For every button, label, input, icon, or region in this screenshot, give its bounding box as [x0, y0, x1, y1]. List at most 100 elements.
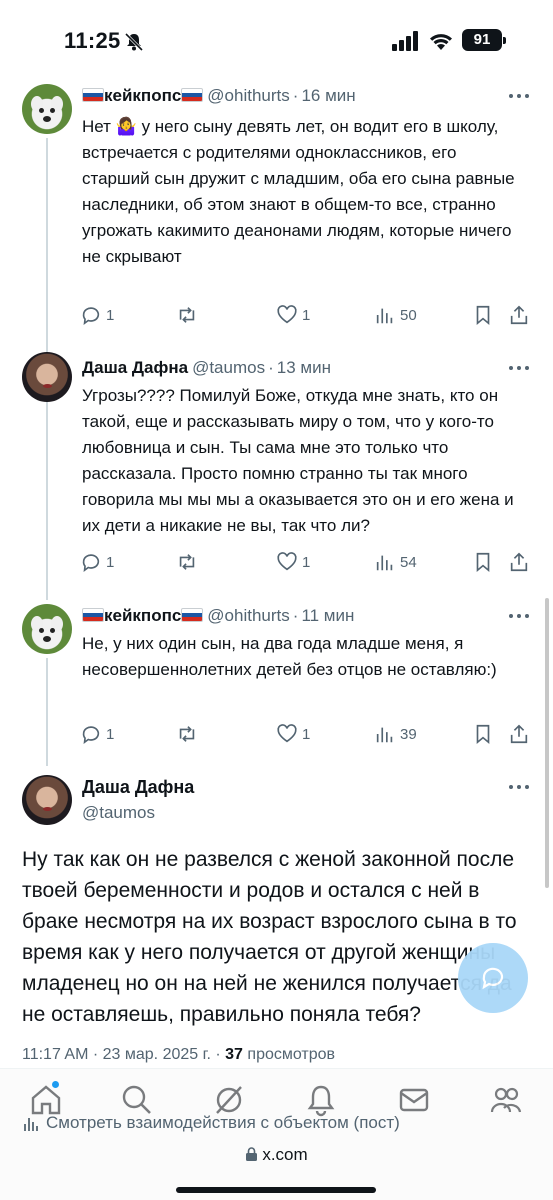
- tweet-actions: 1 1 39: [80, 722, 530, 746]
- home-indicator[interactable]: [176, 1187, 376, 1193]
- heart-icon: [277, 552, 297, 571]
- browser-url-bar[interactable]: x.com: [0, 1145, 553, 1165]
- author-name[interactable]: кейкпопс: [104, 606, 181, 625]
- avatar[interactable]: [22, 352, 72, 402]
- russian-flag-icon: [82, 608, 104, 622]
- reply-count: 1: [106, 306, 115, 324]
- notification-dot: [52, 1081, 59, 1088]
- views-chart-icon: [376, 555, 393, 571]
- search-icon[interactable]: [120, 1083, 154, 1117]
- bookmark-button[interactable]: [472, 722, 494, 746]
- like-button[interactable]: 1: [276, 303, 310, 327]
- like-count: 1: [302, 306, 311, 324]
- like-button[interactable]: 1: [276, 722, 310, 746]
- tweet-text: Не, у них один сын, на два года младше м…: [82, 634, 497, 679]
- author-handle[interactable]: @taumos: [82, 803, 155, 823]
- repost-icon: [179, 307, 195, 323]
- views-count: 50: [400, 306, 417, 324]
- compose-reply-button[interactable]: [458, 943, 528, 1013]
- views-count: 39: [400, 725, 417, 743]
- author-handle[interactable]: @taumos: [192, 358, 265, 377]
- bookmark-icon: [476, 552, 490, 573]
- cellular-signal-icon: [392, 31, 418, 51]
- avatar[interactable]: [22, 84, 72, 134]
- view-interactions-link[interactable]: Смотреть взаимодействия с объектом (пост…: [22, 1113, 400, 1133]
- russian-flag-icon: [82, 88, 104, 102]
- tweet-time[interactable]: 11 мин: [301, 606, 354, 625]
- share-icon: [510, 552, 528, 572]
- like-count: 1: [302, 553, 311, 571]
- tweet-header: кейкпопс @ohithurts · 11 мин: [82, 606, 354, 626]
- tweet-actions: 1 1 50: [80, 303, 530, 327]
- tweet-header: кейкпопс @ohithurts · 16 мин: [82, 86, 356, 106]
- wifi-icon: [430, 34, 452, 50]
- views-count: 54: [400, 553, 417, 571]
- views-count: 37: [225, 1046, 243, 1063]
- more-options-icon[interactable]: [509, 94, 529, 100]
- status-bar: 11:25 91: [0, 0, 553, 70]
- reply-button[interactable]: 1: [80, 303, 114, 327]
- status-time: 11:25: [64, 28, 121, 53]
- tweet-timestamp[interactable]: 11:17 AM · 23 мар. 2025 г. ·: [22, 1046, 225, 1063]
- reply-button[interactable]: 1: [80, 722, 114, 746]
- views-button[interactable]: 39: [374, 722, 417, 746]
- home-icon[interactable]: [29, 1083, 63, 1117]
- reply-count: 1: [106, 553, 115, 571]
- russian-flag-icon: [181, 88, 204, 102]
- author-handle[interactable]: @ohithurts: [207, 86, 289, 105]
- bookmark-button[interactable]: [472, 303, 494, 327]
- repost-button[interactable]: [176, 303, 198, 327]
- notifications-icon[interactable]: [304, 1083, 338, 1117]
- tweet-time[interactable]: 16 мин: [301, 86, 355, 105]
- view-interactions-label: Смотреть взаимодействия с объектом (пост…: [46, 1113, 400, 1132]
- share-button[interactable]: [508, 303, 530, 327]
- author-handle[interactable]: @ohithurts: [207, 606, 289, 625]
- heart-icon: [277, 724, 297, 743]
- tweet-text: Нет 🤷‍♀️ у него сыну девять лет, он води…: [82, 117, 515, 266]
- repost-button[interactable]: [176, 550, 198, 574]
- views-label: просмотров: [242, 1046, 336, 1063]
- views-chart-icon: [376, 727, 393, 743]
- repost-icon: [179, 726, 195, 742]
- avatar[interactable]: [22, 775, 72, 825]
- tweet-actions: 1 1 54: [80, 550, 530, 574]
- author-name[interactable]: кейкпопс: [104, 86, 181, 105]
- messages-icon[interactable]: [397, 1083, 431, 1117]
- scrollbar[interactable]: [545, 598, 549, 888]
- tweet-text: Угрозы???? Помилуй Боже, откуда мне знат…: [82, 386, 514, 535]
- heart-icon: [277, 305, 297, 324]
- more-options-icon[interactable]: [509, 614, 529, 620]
- views-chart-icon: [376, 308, 393, 324]
- share-icon: [510, 724, 528, 744]
- tweet-header: Даша Дафна @taumos · 13 мин: [82, 358, 331, 377]
- bookmark-icon: [476, 724, 490, 745]
- tweet-meta: 11:17 AM · 23 мар. 2025 г. · 37 просмотр…: [22, 1046, 335, 1064]
- reply-count: 1: [106, 725, 115, 743]
- like-count: 1: [302, 725, 311, 743]
- repost-icon: [179, 554, 195, 570]
- like-button[interactable]: 1: [276, 550, 310, 574]
- more-options-icon[interactable]: [509, 785, 529, 791]
- communities-icon[interactable]: [489, 1083, 523, 1117]
- url-text: x.com: [262, 1145, 308, 1164]
- author-name[interactable]: Даша Дафна: [82, 358, 188, 377]
- bookmark-button[interactable]: [472, 550, 494, 574]
- share-button[interactable]: [508, 550, 530, 574]
- more-options-icon[interactable]: [509, 366, 529, 372]
- reply-icon: [82, 307, 100, 326]
- repost-button[interactable]: [176, 722, 198, 746]
- avatar[interactable]: [22, 604, 72, 654]
- reply-icon: [82, 726, 100, 745]
- views-button[interactable]: 54: [374, 550, 417, 574]
- share-button[interactable]: [508, 722, 530, 746]
- chat-bubble-icon: [482, 967, 504, 990]
- grok-icon[interactable]: [212, 1083, 246, 1117]
- silent-bell-icon: [124, 32, 144, 52]
- tweet-time[interactable]: 13 мин: [277, 358, 331, 377]
- views-button[interactable]: 50: [374, 303, 417, 327]
- thread-line: [46, 658, 48, 766]
- reply-icon: [82, 554, 100, 573]
- battery-indicator: 91: [462, 29, 506, 51]
- author-name[interactable]: Даша Дафна: [82, 777, 194, 798]
- reply-button[interactable]: 1: [80, 550, 114, 574]
